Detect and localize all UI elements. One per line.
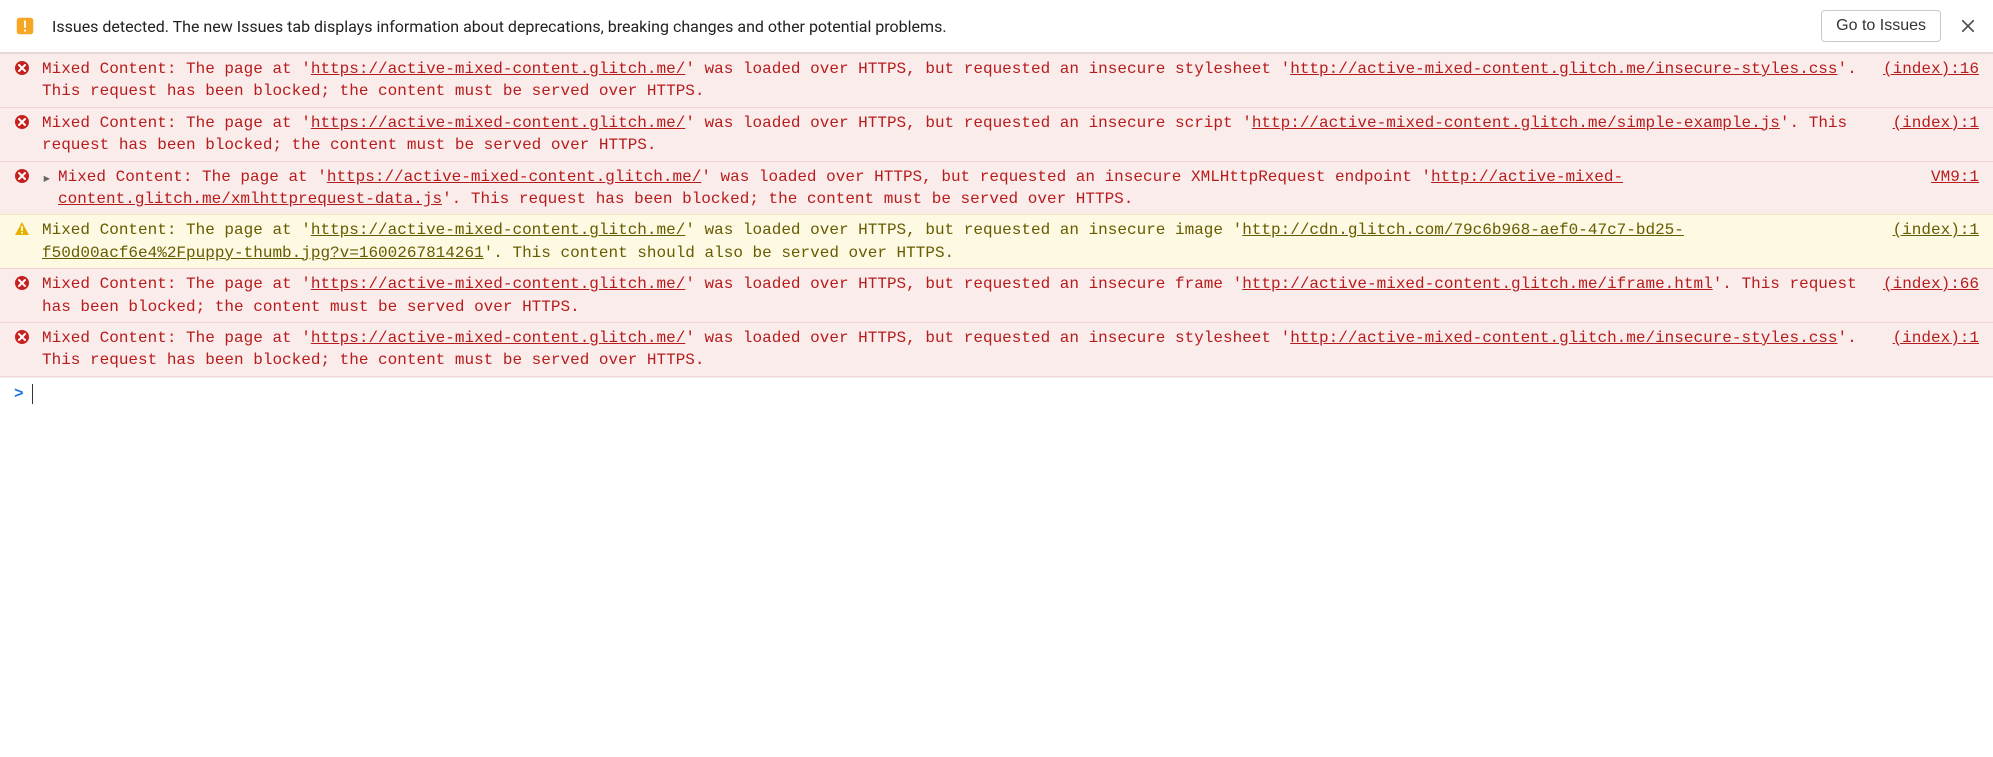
resource-url-link[interactable]: http://active-mixed-content.glitch.me/in…: [1290, 329, 1837, 347]
warning-icon: [14, 221, 32, 239]
source-link[interactable]: (index):66: [1883, 273, 1979, 295]
msg-mid: ' was loaded over HTTPS, but requested a…: [685, 275, 1242, 293]
resource-url-link[interactable]: http://active-mixed-content.glitch.me/if…: [1242, 275, 1712, 293]
console-message: Mixed Content: The page at 'https://acti…: [0, 107, 1993, 162]
msg-prefix: Mixed Content: The page at ': [42, 329, 311, 347]
msg-suffix: '. This content should also be served ov…: [484, 244, 954, 262]
msg-prefix: Mixed Content: The page at ': [42, 221, 311, 239]
error-icon: [14, 114, 32, 132]
go-to-issues-button[interactable]: Go to Issues: [1821, 10, 1941, 42]
msg-prefix: Mixed Content: The page at ': [42, 114, 311, 132]
resource-url-link[interactable]: http://active-mixed-content.glitch.me/si…: [1252, 114, 1780, 132]
msg-prefix: Mixed Content: The page at ': [42, 275, 311, 293]
text-cursor: [32, 384, 33, 404]
source-link[interactable]: (index):1: [1893, 112, 1979, 134]
page-url-link[interactable]: https://active-mixed-content.glitch.me/: [311, 221, 685, 239]
msg-prefix: Mixed Content: The page at ': [42, 60, 311, 78]
error-icon: [14, 329, 32, 347]
chevron-right-icon: >: [14, 385, 24, 403]
issues-infobar: Issues detected. The new Issues tab disp…: [0, 0, 1993, 53]
console-prompt[interactable]: >: [0, 377, 1993, 416]
issues-infobar-text: Issues detected. The new Issues tab disp…: [52, 17, 1805, 36]
console-message: Mixed Content: The page at 'https://acti…: [0, 268, 1993, 323]
console-message-text: Mixed Content: The page at 'https://acti…: [42, 58, 1883, 103]
page-url-link[interactable]: https://active-mixed-content.glitch.me/: [311, 275, 685, 293]
page-url-link[interactable]: https://active-mixed-content.glitch.me/: [327, 168, 701, 186]
console-message: ▸ Mixed Content: The page at 'https://ac…: [0, 161, 1993, 216]
console-message: Mixed Content: The page at 'https://acti…: [0, 214, 1993, 269]
console-message-text: Mixed Content: The page at 'https://acti…: [42, 327, 1893, 372]
source-link[interactable]: (index):1: [1893, 219, 1979, 241]
console-message-text: Mixed Content: The page at 'https://acti…: [42, 112, 1893, 157]
page-url-link[interactable]: https://active-mixed-content.glitch.me/: [311, 114, 685, 132]
msg-mid: ' was loaded over HTTPS, but requested a…: [685, 114, 1252, 132]
console-message: Mixed Content: The page at 'https://acti…: [0, 53, 1993, 108]
issues-badge-icon: [14, 15, 36, 37]
msg-mid: ' was loaded over HTTPS, but requested a…: [685, 60, 1290, 78]
disclosure-triangle-icon[interactable]: ▸: [42, 168, 56, 190]
msg-suffix: '. This request has been blocked; the co…: [442, 190, 1133, 208]
msg-mid: ' was loaded over HTTPS, but requested a…: [701, 168, 1431, 186]
msg-prefix: Mixed Content: The page at ': [58, 168, 327, 186]
console-message-text: Mixed Content: The page at 'https://acti…: [58, 166, 1931, 211]
page-url-link[interactable]: https://active-mixed-content.glitch.me/: [311, 60, 685, 78]
error-icon: [14, 60, 32, 78]
source-link[interactable]: (index):16: [1883, 58, 1979, 80]
console-message: Mixed Content: The page at 'https://acti…: [0, 322, 1993, 377]
source-link[interactable]: (index):1: [1893, 327, 1979, 349]
error-icon: [14, 168, 32, 186]
msg-mid: ' was loaded over HTTPS, but requested a…: [685, 329, 1290, 347]
msg-mid: ' was loaded over HTTPS, but requested a…: [685, 221, 1242, 239]
page-url-link[interactable]: https://active-mixed-content.glitch.me/: [311, 329, 685, 347]
source-link[interactable]: VM9:1: [1931, 166, 1979, 188]
close-icon[interactable]: [1957, 15, 1979, 37]
console-messages: Mixed Content: The page at 'https://acti…: [0, 53, 1993, 377]
console-message-text: Mixed Content: The page at 'https://acti…: [42, 273, 1883, 318]
console-message-text: Mixed Content: The page at 'https://acti…: [42, 219, 1893, 264]
error-icon: [14, 275, 32, 293]
resource-url-link[interactable]: http://active-mixed-content.glitch.me/in…: [1290, 60, 1837, 78]
